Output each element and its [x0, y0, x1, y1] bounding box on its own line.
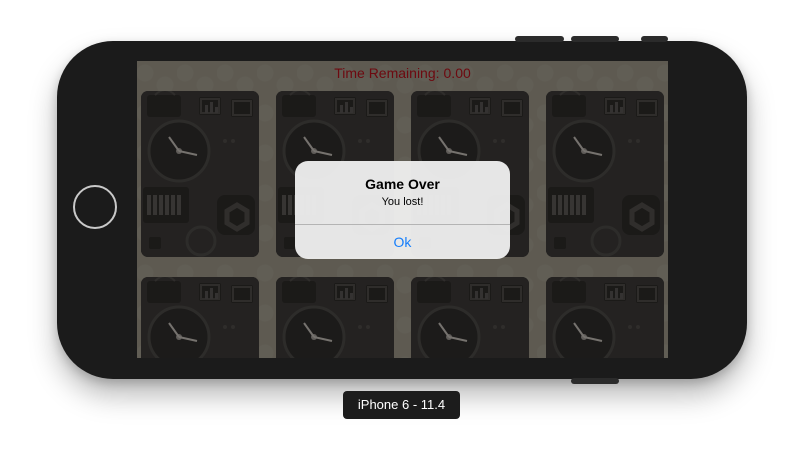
simulator-window: Time Remaining: 0.00 Game Over You lost!…: [0, 0, 804, 468]
home-button[interactable]: [73, 185, 117, 229]
volume-down-button: [571, 36, 619, 42]
mute-switch: [641, 36, 668, 42]
power-button: [571, 378, 619, 384]
device-label: iPhone 6 - 11.4: [343, 391, 460, 419]
ok-button[interactable]: Ok: [295, 225, 510, 259]
volume-up-button: [515, 36, 564, 42]
alert-message: You lost!: [381, 196, 424, 208]
app-screen: Time Remaining: 0.00 Game Over You lost!…: [137, 61, 668, 358]
alert-title: Game Over: [365, 176, 440, 192]
game-over-alert: Game Over You lost! Ok: [295, 161, 510, 259]
